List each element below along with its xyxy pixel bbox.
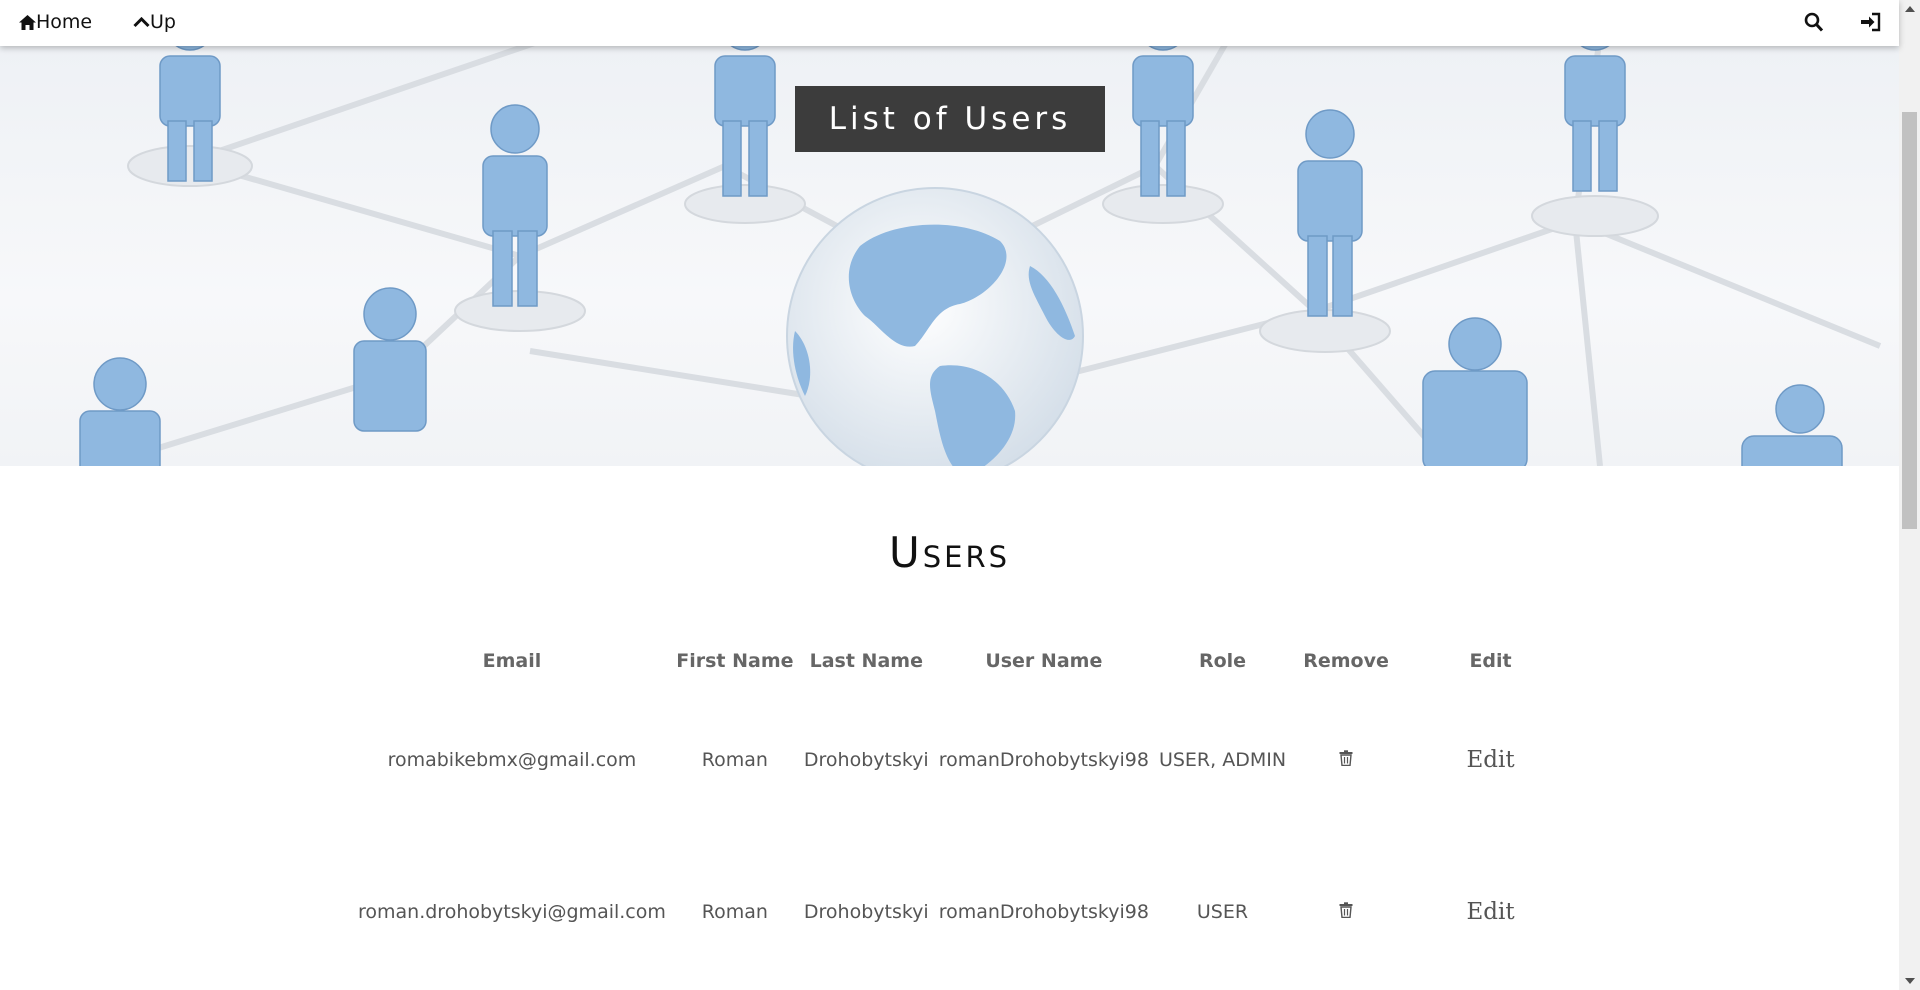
chevron-up-icon [133, 16, 150, 28]
search-button[interactable] [1804, 12, 1824, 37]
search-icon [1804, 12, 1824, 37]
trash-icon[interactable] [1339, 901, 1353, 923]
section-heading: Users [888, 528, 1011, 577]
nav-up-label: Up [150, 11, 176, 33]
cell-user-name: romanDrohobytskyi98 [938, 749, 1149, 771]
hero-banner: List of Users [0, 46, 1899, 466]
edit-link[interactable]: Edit [1466, 899, 1514, 925]
column-header-edit: Edit [1469, 650, 1512, 672]
vertical-scrollbar[interactable] [1899, 0, 1920, 990]
trash-icon[interactable] [1339, 749, 1353, 771]
table-header-row: Email First Name Last Name User Name Rol… [353, 638, 1580, 684]
scroll-up-arrow-icon[interactable] [1905, 6, 1915, 12]
scrollbar-thumb[interactable] [1902, 112, 1917, 529]
column-header-remove: Remove [1303, 650, 1389, 672]
page-title-banner: List of Users [795, 86, 1105, 152]
column-header-last-name: Last Name [809, 650, 923, 672]
cell-remove [1291, 836, 1401, 988]
table-row: roman.drohobytskyi@gmail.com Roman Droho… [353, 836, 1580, 988]
users-table: Email First Name Last Name User Name Rol… [353, 638, 1580, 988]
cell-first-name: Roman [701, 901, 768, 923]
nav-up-link[interactable]: Up [133, 11, 176, 33]
column-header-email: Email [482, 650, 542, 672]
cell-first-name: Roman [701, 749, 768, 771]
nav-home-label: Home [36, 11, 93, 33]
column-header-user-name: User Name [985, 650, 1103, 672]
page: Home Up List of Users Users Email First … [0, 0, 1920, 990]
cell-edit: Edit [1401, 836, 1580, 988]
cell-last-name: Drohobytskyi [803, 901, 929, 923]
top-navbar: Home Up [0, 0, 1899, 46]
sign-in-icon [1861, 12, 1881, 36]
cell-user-name: romanDrohobytskyi98 [938, 901, 1149, 923]
cell-remove [1291, 684, 1401, 836]
column-header-first-name: First Name [676, 650, 794, 672]
edit-link[interactable]: Edit [1466, 747, 1514, 773]
cell-last-name: Drohobytskyi [803, 749, 929, 771]
scroll-down-arrow-icon[interactable] [1905, 978, 1915, 984]
cell-email: roman.drohobytskyi@gmail.com [358, 901, 666, 923]
home-icon [19, 14, 36, 30]
sign-in-button[interactable] [1861, 12, 1881, 36]
cell-role: USER [1196, 901, 1249, 923]
cell-edit: Edit [1401, 684, 1580, 836]
cell-email: romabikebmx@gmail.com [387, 749, 637, 771]
nav-home-link[interactable]: Home [19, 11, 92, 33]
cell-role: USER, ADMIN [1158, 749, 1287, 771]
column-header-role: Role [1198, 650, 1247, 672]
table-row: romabikebmx@gmail.com Roman Drohobytskyi… [353, 684, 1580, 836]
